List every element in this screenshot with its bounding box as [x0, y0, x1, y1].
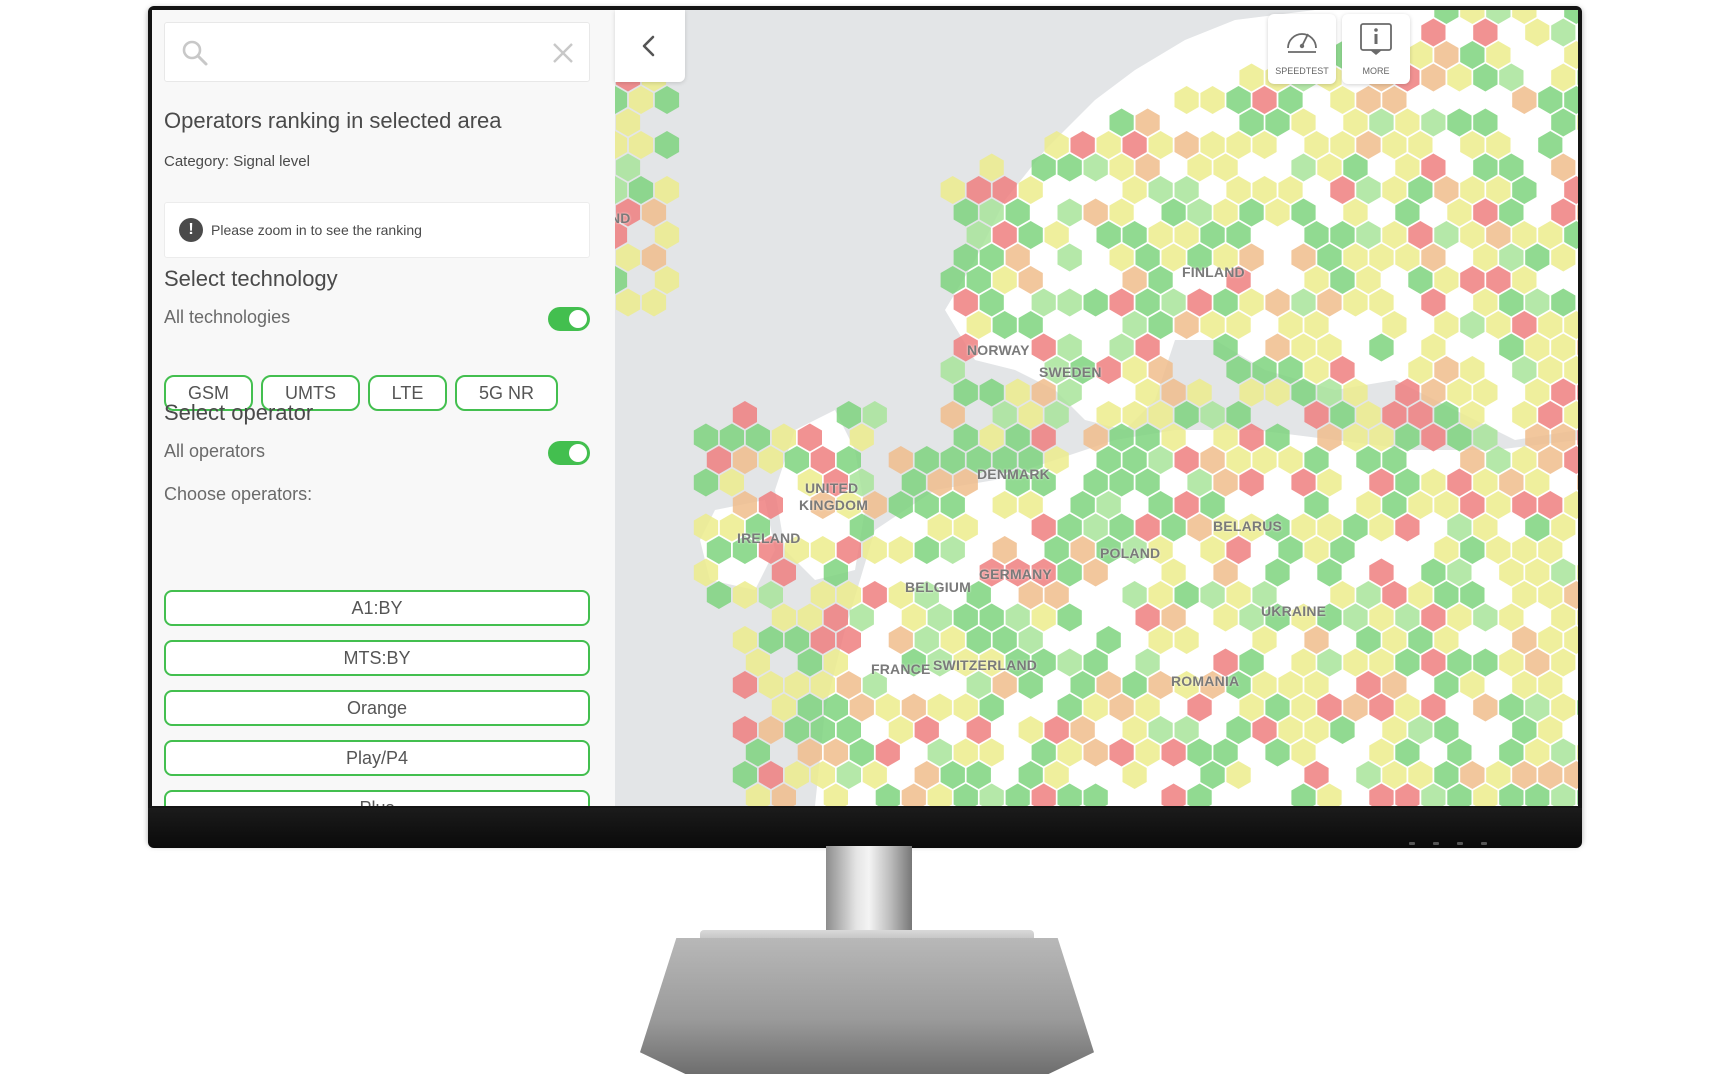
toggle-knob — [569, 310, 587, 328]
label-poland: POLAND — [1100, 545, 1161, 561]
more-button[interactable]: MORE — [1342, 14, 1410, 84]
sidebar: Operators ranking in selected area Categ… — [152, 10, 615, 806]
notice-text: Please zoom in to see the ranking — [211, 222, 422, 238]
label-sweden: SWEDEN — [1039, 364, 1102, 380]
label-belarus: BELARUS — [1213, 518, 1283, 534]
label-ukraine: UKRAINE — [1261, 603, 1327, 619]
label-norway: NORWAY — [967, 342, 1030, 358]
label-germany: GERMANY — [979, 566, 1052, 582]
monitor-buttons — [1409, 842, 1487, 845]
speedtest-button[interactable]: SPEEDTEST — [1268, 14, 1336, 84]
label-denmark: DENMARK — [977, 466, 1050, 482]
operator-play-button[interactable]: Play/P4 — [164, 740, 590, 776]
info-icon — [1360, 23, 1392, 55]
exclamation-icon: ! — [179, 218, 203, 242]
all-technologies-toggle[interactable] — [548, 307, 590, 331]
monitor-stand-base — [640, 938, 1094, 1074]
map-canvas[interactable] — [615, 10, 1578, 806]
category-label: Category: Signal level — [164, 153, 310, 170]
chevron-left-icon — [642, 35, 655, 57]
label-romania: ROMANIA — [1171, 673, 1240, 689]
collapse-sidebar-button[interactable] — [615, 10, 685, 82]
search-box[interactable] — [164, 22, 590, 82]
label-uk-1: UNITED — [805, 480, 859, 496]
all-operators-toggle[interactable] — [548, 441, 590, 465]
label-uk-2: KINGDOM — [799, 497, 869, 513]
coverage-map[interactable]: ICELAND FINLAND NORWAY SWEDEN DENMARK UN… — [567, 10, 1578, 806]
tech-lte-button[interactable]: LTE — [368, 375, 447, 411]
speedtest-label: SPEEDTEST — [1275, 66, 1329, 76]
all-operators-label: All operators — [164, 441, 266, 461]
operator-title: Select operator — [164, 400, 314, 425]
label-ireland: IRELAND — [737, 530, 801, 546]
more-label: MORE — [1362, 66, 1390, 76]
operator-a1by-button[interactable]: A1:BY — [164, 590, 590, 626]
operator-mtsby-button[interactable]: MTS:BY — [164, 640, 590, 676]
label-switzerland: SWITZERLAND — [933, 657, 1038, 673]
all-technologies-label: All technologies — [164, 307, 291, 327]
operator-list: A1:BY MTS:BY Orange Play/P4 Plus — [164, 590, 590, 806]
speedometer-icon — [1287, 33, 1317, 53]
label-belgium: BELGIUM — [905, 579, 971, 595]
tech-5gnr-button[interactable]: 5G NR — [455, 375, 558, 411]
choose-operators-label: Choose operators: — [164, 484, 313, 504]
label-france: FRANCE — [871, 661, 931, 677]
toggle-knob — [569, 444, 587, 462]
search-icon — [182, 40, 208, 66]
operator-plus-button[interactable]: Plus — [164, 790, 590, 806]
monitor-chin — [148, 808, 1582, 848]
label-finland: FINLAND — [1182, 264, 1245, 280]
close-icon[interactable] — [551, 41, 575, 65]
screen: ICELAND FINLAND NORWAY SWEDEN DENMARK UN… — [152, 10, 1578, 806]
ranking-title: Operators ranking in selected area — [164, 108, 502, 133]
operator-orange-button[interactable]: Orange — [164, 690, 590, 726]
zoom-notice: ! Please zoom in to see the ranking — [164, 202, 590, 258]
search-input[interactable] — [219, 33, 523, 71]
technology-title: Select technology — [164, 266, 338, 291]
